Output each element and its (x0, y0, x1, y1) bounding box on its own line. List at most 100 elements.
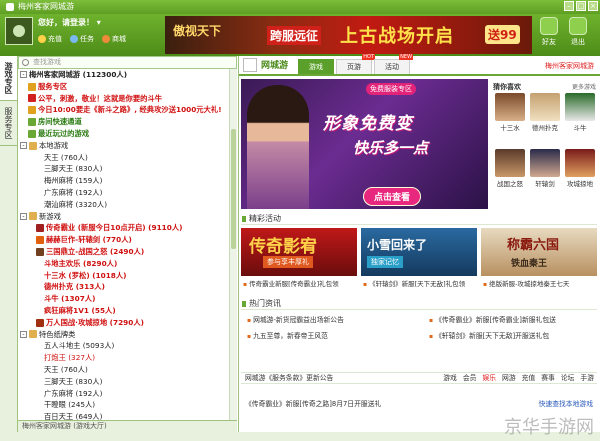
friends-button[interactable]: 好友 (537, 17, 561, 47)
link-forum[interactable]: 论坛 (558, 373, 578, 383)
tree-item[interactable]: 最近玩过的游戏 (18, 128, 229, 140)
tree-item[interactable]: 三脚天王 (830人) (18, 376, 229, 388)
hero-view-button[interactable]: 点击查看 (363, 187, 422, 206)
tree-item[interactable]: 疯狂麻将1V1 (55人) (18, 305, 229, 317)
tree-item[interactable]: 今日10:00要走《新斗之路》, 经典攻沙送1000元大礼! (18, 104, 229, 116)
tree-scrollbar[interactable] (229, 69, 237, 420)
news-item[interactable]: 《轩辕剑》新服[天下无敌]开服送礼包 (429, 330, 549, 340)
tree-item[interactable]: 天王 (760人) (18, 364, 229, 376)
tab-services[interactable]: 服务专区 (0, 101, 17, 146)
tree-group[interactable]: - 本地游戏 (18, 140, 229, 152)
hero-banner[interactable]: 免费服装专区 形象免费变 快乐多一点 点击查看 (241, 79, 488, 209)
rec-game-tile[interactable]: 战国之怒 (493, 149, 527, 188)
mall-button[interactable]: 商城 (102, 34, 126, 44)
tab-game[interactable]: 游戏 (298, 59, 335, 74)
link-fun[interactable]: 娱乐 (479, 373, 499, 383)
link-recharge[interactable]: 充值 (519, 373, 539, 383)
tree-item[interactable]: 三脚天王 (830人) (18, 163, 229, 175)
collapse-toggle-icon[interactable]: - (20, 212, 27, 220)
tree-item[interactable]: 天王 (760人) (18, 152, 229, 164)
tree-item[interactable]: 广东麻将 (192人) (18, 187, 229, 199)
exit-button[interactable]: 退出 (566, 17, 590, 47)
header-site-name[interactable]: 梅州客家网城游 (545, 61, 594, 71)
tree-label: 三脚天王 (830人) (44, 164, 103, 174)
activity-caption[interactable]: 绝版新服-攻城掠地秦王七天 (483, 278, 569, 288)
activity-card[interactable]: 传奇影宥 参与享丰厚礼 (241, 228, 357, 276)
rec-game-tile[interactable]: 斗牛 (563, 93, 597, 132)
news-item[interactable]: 《传奇霸业》新服[传奇霸业]新服礼包送 (429, 314, 556, 324)
rec-more-link[interactable]: 更多游戏 (572, 82, 596, 91)
activity-card[interactable]: 小雪回来了 独家记忆 (361, 228, 477, 276)
game-icon (28, 129, 36, 138)
tree-group[interactable]: - 新游戏 (18, 211, 229, 223)
tree-item[interactable]: 斗地主欢乐 (8290人) (18, 258, 229, 270)
link-online[interactable]: 网游 (499, 373, 519, 383)
brand-logo: 网城游 (261, 61, 289, 71)
close-button[interactable]: × (588, 1, 598, 11)
tree-label: 十三水 (罗松) (1018人) (44, 270, 127, 280)
collapse-toggle-icon[interactable]: - (20, 330, 27, 338)
activity-caption[interactable]: 《轩辕剑》新服[天下无敌]礼包领 (363, 278, 465, 288)
tree-item[interactable]: 赫赫巨作-轩辕剑 (770人) (18, 234, 229, 246)
rec-game-tile[interactable]: 轩辕剑 (528, 149, 562, 188)
tree-group[interactable]: - 特色纸牌类 (18, 329, 229, 341)
rec-game-label: 战国之怒 (497, 180, 523, 188)
collapse-toggle-icon[interactable]: - (20, 142, 27, 150)
rec-game-tile[interactable]: 十三水 (493, 93, 527, 132)
rec-game-label: 德州扑克 (532, 124, 558, 132)
tree-item[interactable]: 广东麻将 (192人) (18, 388, 229, 400)
tree-group[interactable]: - 梅州客家网城游 (112300人) (18, 69, 229, 81)
search-placeholder: 查找游戏 (33, 58, 61, 66)
tree-item[interactable]: 德州扑克 (313人) (18, 281, 229, 293)
announcement-link[interactable]: 网城游《服务条款》更新公告 (241, 373, 440, 383)
task-button[interactable]: 任务 (70, 34, 94, 44)
avatar[interactable] (5, 17, 33, 45)
tab-webgame[interactable]: 页游 HOT (336, 54, 376, 74)
activity-card[interactable]: 称霸六国 铁血秦王 (481, 228, 597, 276)
recharge-button[interactable]: 充值 (38, 34, 62, 44)
search-input[interactable]: 查找游戏 (18, 56, 237, 69)
news-ticker[interactable]: 《传奇霸业》新服[传奇之路]8月7日开服送礼 快速查找本地游戏 (241, 396, 597, 412)
link-mobile[interactable]: 手游 (577, 373, 597, 383)
link-game[interactable]: 游戏 (440, 373, 460, 383)
top-ad-banner[interactable]: 傲视天下 跨服远征 上古战场开启 送99 (165, 16, 532, 54)
rec-game-tile[interactable]: 攻城掠地 (563, 149, 597, 188)
news-item[interactable]: 九五至尊，新春帝王风范 (247, 330, 328, 340)
tab-activity[interactable]: 活动 NEW (374, 54, 414, 74)
tree-item[interactable]: 三国鼎立-战国之怒 (2490人) (18, 246, 229, 258)
tree-item[interactable]: 打炮王 (327人) (18, 352, 229, 364)
tree-item[interactable]: 传奇霸业 (新服今日10点开启) (9110人) (18, 222, 229, 234)
search-icon (22, 59, 29, 66)
tree-item[interactable]: 百日天王 (649人) (18, 411, 229, 420)
minimize-button[interactable]: – (564, 1, 574, 11)
link-member[interactable]: 会员 (460, 373, 480, 383)
recommended-games: 猜你喜欢 更多游戏 十三水 德州扑克 斗牛 战国之怒 轩辕剑 攻城掠地 (491, 79, 599, 209)
tree-item[interactable]: 万人国战·攻城掠地 (7290人) (18, 317, 229, 329)
tree-label: 特色纸牌类 (39, 329, 76, 339)
hero-character-image (247, 85, 309, 209)
user-icon (13, 25, 25, 37)
tree-item[interactable]: 十三水 (罗松) (1018人) (18, 270, 229, 282)
quick-find-link[interactable]: 快速查找本地游戏 (539, 396, 593, 412)
tree-label: 干瞪眼 (245人) (44, 400, 96, 410)
login-greeting[interactable]: 您好，请登录！ ▾ (38, 17, 101, 28)
news-item[interactable]: 网城游-新货冠霸益出场新公告 (247, 314, 344, 324)
rec-game-tile[interactable]: 德州扑克 (528, 93, 562, 132)
tree-item[interactable]: 公平，刺激，敬业！这就是你要的斗牛 (18, 93, 229, 105)
game-thumbnail (495, 149, 525, 177)
rec-game-label: 斗牛 (573, 124, 587, 132)
home-icon[interactable] (243, 58, 257, 72)
scrollbar-thumb[interactable] (231, 129, 236, 249)
collapse-toggle-icon[interactable]: - (20, 71, 27, 79)
tree-item[interactable]: 潮汕麻将 (3320人) (18, 199, 229, 211)
tab-games[interactable]: 游戏专区 (0, 56, 17, 101)
tree-item[interactable]: 服务专区 (18, 81, 229, 93)
maximize-button[interactable]: □ (576, 1, 586, 11)
tree-item[interactable]: 干瞪眼 (245人) (18, 399, 229, 411)
tree-item[interactable]: 五人斗地主 (5093人) (18, 340, 229, 352)
link-match[interactable]: 赛事 (538, 373, 558, 383)
tree-item[interactable]: 梅州麻将 (159人) (18, 175, 229, 187)
tree-item[interactable]: 房间快速通道 (18, 116, 229, 128)
tree-item[interactable]: 斗牛 (1307人) (18, 293, 229, 305)
activity-caption[interactable]: 传奇霸业新服[传奇霸业]礼包领 (243, 278, 339, 288)
